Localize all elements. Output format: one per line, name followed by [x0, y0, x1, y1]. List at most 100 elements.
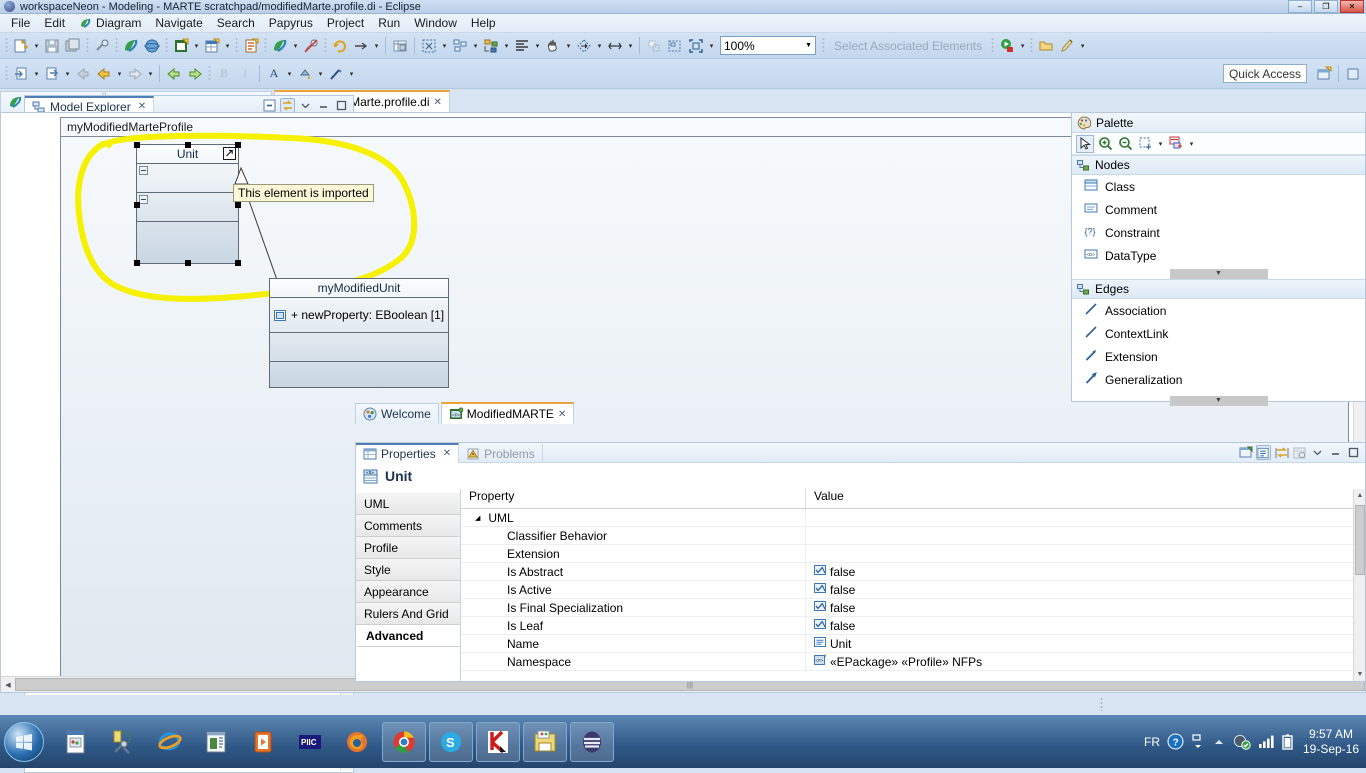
toolbar-grip-2[interactable]	[86, 37, 89, 54]
properties-row[interactable]: Is Abstract false	[461, 563, 1365, 581]
network-signal-icon[interactable]	[1258, 734, 1275, 749]
save-button[interactable]	[42, 36, 62, 56]
papyrus-dropdown-icon[interactable]: ▾	[291, 36, 300, 56]
properties-tab[interactable]: Comments	[356, 515, 460, 537]
chevron-down-icon[interactable]: ▼	[1169, 268, 1268, 279]
menu-navigate[interactable]: Navigate	[148, 14, 209, 32]
scroll-left-icon[interactable]: ◀	[1, 681, 15, 689]
scroll-down-icon[interactable]: ▼	[1354, 668, 1365, 681]
toolbar-grip-9[interactable]	[991, 37, 995, 54]
fill-color-button[interactable]	[295, 64, 315, 84]
show-advanced-icon[interactable]	[1274, 445, 1289, 460]
link-button[interactable]	[92, 36, 112, 56]
font-color-dropdown-icon[interactable]: ▾	[285, 64, 294, 84]
properties-row-value[interactable]	[806, 527, 1365, 544]
maximize-view-icon[interactable]	[334, 98, 349, 113]
forward-dropdown-icon-2[interactable]: ▾	[146, 64, 155, 84]
new-diagram-button[interactable]	[171, 36, 191, 56]
palette-item[interactable]: Association	[1072, 299, 1365, 322]
properties-table-rows[interactable]: ◢ UML Classifier Behavior Extension Is Abstr…	[461, 509, 1365, 671]
twisty-expanded-icon[interactable]: ◢	[475, 514, 480, 522]
taskbar-player-icon[interactable]	[241, 722, 285, 762]
taskbar-media-icon[interactable]	[194, 722, 238, 762]
taskbar-internet-explorer-icon[interactable]	[147, 722, 191, 762]
fit-width-button[interactable]	[605, 36, 625, 56]
taskbar-pic-icon[interactable]: PIIC	[288, 722, 332, 762]
quick-access-field[interactable]: Quick Access	[1222, 64, 1307, 83]
run-dropdown-icon[interactable]: ▾	[1018, 36, 1027, 56]
import-button[interactable]	[11, 64, 31, 84]
toolbar-grip-5[interactable]	[235, 37, 238, 54]
chevron-down-icon[interactable]: ▼	[1169, 395, 1268, 406]
properties-scrollbar[interactable]: ▲ ▼	[1353, 489, 1365, 681]
taskbar-kaspersky-icon[interactable]	[476, 721, 520, 762]
new-diagram-dropdown-icon[interactable]: ▾	[192, 36, 201, 56]
menu-edit[interactable]: Edit	[37, 14, 72, 32]
taskbar-chrome-icon[interactable]	[382, 721, 426, 762]
minimize-button[interactable]: –	[1288, 0, 1312, 13]
toolbar-grip-7[interactable]	[324, 37, 327, 54]
start-orb-icon[interactable]	[4, 721, 44, 762]
properties-tab[interactable]: UML	[356, 493, 460, 515]
taskbar-explorer-icon[interactable]	[523, 721, 567, 762]
palette-group-header[interactable]: Edges	[1072, 279, 1365, 299]
scroll-thumb[interactable]	[1355, 505, 1365, 575]
properties-side-tabs[interactable]: UML Comments Profile Style Appearance Rulers …	[356, 489, 461, 681]
toolbar-grip-4[interactable]	[165, 37, 168, 54]
menu-help[interactable]: Help	[464, 14, 503, 32]
menu-project[interactable]: Project	[320, 14, 371, 32]
taskbar-clock[interactable]: 9:57 AM 19-Sep-16	[1300, 727, 1362, 757]
palette-scroll-down[interactable]: ▼	[1072, 268, 1365, 279]
properties-row[interactable]: Is Leaf false	[461, 617, 1365, 635]
close-icon[interactable]: ✕	[138, 101, 146, 112]
text-align-dropdown-icon[interactable]: ▾	[533, 36, 542, 56]
battery-icon[interactable]	[1282, 733, 1293, 750]
properties-tab[interactable]: Profile	[356, 537, 460, 559]
properties-row-value[interactable]: false	[806, 563, 1365, 580]
fill-color-dropdown-icon[interactable]: ▾	[316, 64, 325, 84]
import-dropdown-icon[interactable]: ▾	[32, 64, 41, 84]
pan-tool-button[interactable]	[543, 36, 563, 56]
font-color-button[interactable]: A	[264, 64, 284, 84]
forward-arrow-button[interactable]	[351, 36, 371, 56]
marquee-tool-icon[interactable]	[1136, 135, 1154, 153]
menu-diagram[interactable]: Diagram	[72, 14, 148, 32]
group-button[interactable]	[665, 36, 685, 56]
link-with-editor-icon[interactable]	[280, 98, 295, 113]
align-dropdown-icon[interactable]: ▾	[502, 36, 511, 56]
previous-annotation-button[interactable]	[164, 64, 184, 84]
properties-row-value[interactable]	[806, 545, 1365, 562]
line-color-dropdown-icon[interactable]: ▾	[347, 64, 356, 84]
view-menu-icon[interactable]	[298, 98, 313, 113]
unlink-button[interactable]	[301, 36, 321, 56]
properties-row-value[interactable]: <P> «EPackage» «Profile» NFPs	[806, 653, 1365, 670]
window-controls[interactable]: – ❐ ✕	[1288, 0, 1364, 13]
back-button[interactable]	[94, 64, 114, 84]
palette-scroll-down[interactable]: ▼	[1072, 395, 1365, 406]
align-shapes-button[interactable]	[481, 36, 501, 56]
uml-extra-compartment[interactable]	[270, 362, 448, 390]
maximize-button[interactable]: ❐	[1314, 0, 1338, 13]
taskbar-skype-icon[interactable]: S	[429, 721, 473, 762]
tab-problems[interactable]: Problems	[459, 442, 543, 463]
perspective-button[interactable]	[142, 36, 162, 56]
properties-row[interactable]: Extension	[461, 545, 1365, 563]
show-categories-icon[interactable]	[1256, 445, 1271, 460]
snap-button[interactable]	[644, 36, 664, 56]
arrange-button[interactable]	[450, 36, 470, 56]
new-note-button[interactable]	[241, 36, 261, 56]
properties-tab[interactable]: Advanced	[356, 625, 460, 647]
properties-tab[interactable]: Appearance	[356, 581, 460, 603]
resize-shapes-button[interactable]	[574, 36, 594, 56]
toolbar-grip-6[interactable]	[264, 37, 267, 54]
restore-default-icon[interactable]	[1292, 445, 1307, 460]
properties-row[interactable]: ◢ UML	[461, 509, 1365, 527]
fit-page-button[interactable]	[686, 36, 706, 56]
uml-attributes-compartment[interactable]: + newProperty: EBoolean [1]	[270, 298, 448, 332]
taskbar-eclipse-icon[interactable]	[570, 721, 614, 762]
properties-row-value[interactable]: false	[806, 599, 1365, 616]
maximize-view-icon[interactable]	[1346, 445, 1361, 460]
new-table-dropdown-icon[interactable]: ▾	[223, 36, 232, 56]
toolbar-grip-10[interactable]	[1030, 37, 1034, 54]
palette-item[interactable]: {?} Constraint	[1072, 221, 1365, 244]
